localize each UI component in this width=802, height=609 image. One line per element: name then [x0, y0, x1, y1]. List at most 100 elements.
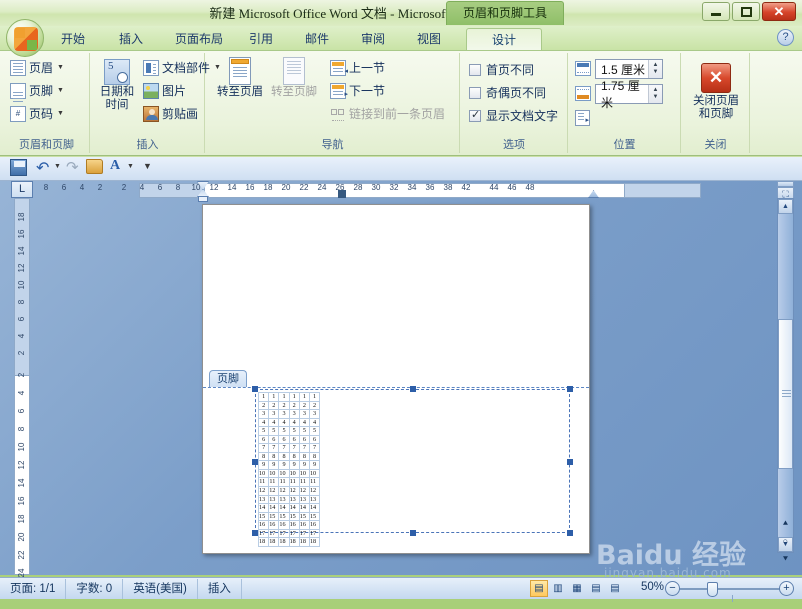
table-row[interactable]: 777777 — [257, 443, 321, 453]
table-cell[interactable]: 14 — [288, 503, 300, 513]
table-cell[interactable]: 3 — [257, 409, 270, 419]
table-cell[interactable]: 9 — [308, 460, 321, 470]
resize-handle-sw[interactable] — [252, 530, 258, 536]
tab-insert[interactable]: 插入 — [110, 28, 152, 50]
table-cell[interactable]: 18 — [268, 537, 280, 547]
table-cell[interactable]: 16 — [288, 520, 300, 530]
table-cell[interactable]: 10 — [257, 468, 270, 479]
table-cell[interactable]: 10 — [288, 468, 300, 479]
table-cell[interactable]: 2 — [308, 400, 321, 411]
table-cell[interactable]: 9 — [257, 460, 270, 470]
table-cell[interactable]: 9 — [268, 460, 280, 470]
table-cell[interactable]: 13 — [308, 494, 321, 505]
save-icon[interactable] — [10, 159, 27, 176]
scroll-up-button[interactable]: ▲ — [778, 199, 793, 214]
table-cell[interactable]: 6 — [288, 434, 300, 445]
table-cell[interactable]: 4 — [288, 417, 300, 428]
tab-mailings[interactable]: 邮件 — [296, 28, 338, 50]
table-cell[interactable]: 8 — [298, 451, 310, 462]
table-cell[interactable]: 2 — [288, 400, 300, 411]
table-cell[interactable]: 8 — [278, 451, 290, 462]
table-cell[interactable]: 3 — [268, 409, 280, 419]
table-cell[interactable]: 17 — [288, 528, 300, 539]
table-cell[interactable]: 17 — [268, 528, 280, 539]
status-insert-mode[interactable]: 插入 — [198, 578, 242, 599]
table-cell[interactable]: 6 — [257, 434, 270, 445]
table-cell[interactable]: 12 — [288, 486, 300, 496]
table-cell[interactable]: 9 — [278, 460, 290, 470]
table-cell[interactable]: 14 — [298, 503, 310, 513]
tab-view[interactable]: 视图 — [408, 28, 450, 50]
table-cell[interactable]: 4 — [268, 417, 280, 428]
table-cell[interactable]: 3 — [308, 409, 321, 419]
different-first-page-checkbox[interactable]: 首页不同 — [469, 61, 534, 78]
table-cell[interactable]: 8 — [257, 451, 270, 462]
table-cell[interactable]: 12 — [278, 486, 290, 496]
format-dropdown-icon[interactable]: ▼ — [127, 163, 134, 170]
table-cell[interactable]: 5 — [268, 426, 280, 436]
footer-button[interactable]: 页脚 ▼ — [10, 82, 64, 99]
table-cell[interactable]: 5 — [278, 426, 290, 436]
table-cell[interactable]: 2 — [268, 400, 280, 411]
table-cell[interactable]: 3 — [288, 409, 300, 419]
table-row[interactable]: 666666 — [257, 434, 321, 445]
maximize-button[interactable] — [732, 2, 760, 21]
table-cell[interactable]: 7 — [278, 443, 290, 453]
status-language[interactable]: 英语(美国) — [123, 578, 198, 599]
table-cell[interactable]: 11 — [257, 477, 270, 487]
resize-handle-nw[interactable] — [252, 386, 258, 392]
table-row[interactable]: 16 16 16 16 16 16 — [257, 520, 321, 530]
table-cell[interactable]: 11 — [298, 477, 310, 487]
table-cell[interactable]: 7 — [308, 443, 321, 453]
table-cell[interactable]: 14 — [308, 503, 321, 513]
table-cell[interactable]: 16 — [308, 520, 321, 530]
table-row[interactable]: 14 14 14 14 14 14 — [257, 503, 321, 513]
table-cell[interactable]: 11 — [278, 477, 290, 487]
table-row[interactable]: 222222 — [257, 400, 321, 411]
table-cell[interactable]: 16 — [257, 520, 270, 530]
zoom-slider-track[interactable] — [674, 588, 792, 602]
browse-select-object-button[interactable]: ○ — [778, 534, 793, 549]
browse-previous-button[interactable]: ⯅ — [778, 516, 793, 531]
table-cell[interactable]: 17 — [278, 528, 290, 539]
table-row[interactable]: 18 18 18 18 18 18 — [257, 537, 321, 547]
table-cell[interactable]: 18 — [308, 537, 321, 547]
table-row[interactable]: 11 11 11 11 11 11 — [257, 477, 321, 487]
picture-button[interactable]: 图片 — [143, 82, 186, 99]
format-icon[interactable]: A — [110, 158, 120, 174]
table-cell[interactable]: 1 — [308, 392, 321, 402]
table-cell[interactable]: 18 — [298, 537, 310, 547]
table-cell[interactable]: 1 — [298, 392, 310, 402]
web-layout-view-button[interactable]: ▦ — [568, 580, 586, 597]
table-cell[interactable]: 11 — [308, 477, 321, 487]
table-cell[interactable]: 6 — [268, 434, 280, 445]
table-cell[interactable]: 4 — [257, 417, 270, 428]
table-cell[interactable]: 3 — [278, 409, 290, 419]
table-cell[interactable]: 8 — [268, 451, 280, 462]
table-cell[interactable]: 7 — [257, 443, 270, 453]
tab-selector-button[interactable]: L — [11, 181, 33, 198]
browse-next-button[interactable]: ⯆ — [778, 552, 793, 567]
spinner-buttons[interactable]: ▲ ▼ — [648, 85, 662, 103]
clip-art-button[interactable]: 剪贴画 — [143, 105, 198, 122]
table-cell[interactable]: 4 — [278, 417, 290, 428]
table-cell[interactable]: 5 — [298, 426, 310, 436]
minimize-button[interactable] — [702, 2, 730, 21]
resize-handle-s[interactable] — [410, 530, 416, 536]
table-row[interactable]: 15 15 15 15 15 15 — [257, 511, 321, 522]
table-cell[interactable]: 16 — [268, 520, 280, 530]
table-cell[interactable]: 17 — [298, 528, 310, 539]
next-section-button[interactable]: ▸ 下一节 — [330, 82, 385, 99]
table-cell[interactable]: 15 — [278, 511, 290, 522]
footer-position-spinner[interactable]: 1.75 厘米 ▲ ▼ — [595, 79, 663, 110]
date-time-button[interactable]: 5 日期和 时间 — [95, 59, 139, 112]
spinner-buttons[interactable]: ▲ ▼ — [648, 60, 662, 78]
vertical-scrollbar[interactable]: ▲ ▼ — [777, 198, 794, 553]
document-page[interactable]: 页脚 1111112222223333334444445555556666667… — [202, 204, 590, 554]
status-page[interactable]: 页面: 1/1 — [0, 578, 67, 599]
goto-header-button[interactable]: 转至页眉 — [214, 57, 266, 99]
table-cell[interactable]: 8 — [288, 451, 300, 462]
redo-icon[interactable]: ↷ — [66, 158, 79, 176]
table-row[interactable]: 333333 — [257, 409, 321, 419]
table-cell[interactable]: 1 — [288, 392, 300, 402]
